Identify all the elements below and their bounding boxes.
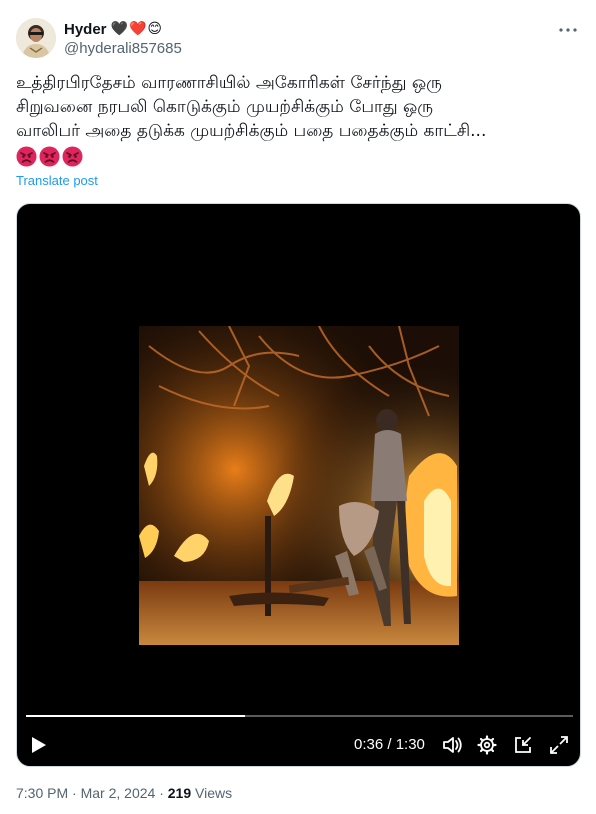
video-progress-fill bbox=[26, 715, 245, 717]
profile-photo-icon bbox=[16, 18, 56, 58]
name-emoji: 🖤❤️😊 bbox=[110, 21, 163, 37]
more-dots-icon bbox=[559, 28, 577, 32]
pop-out-button[interactable] bbox=[512, 731, 534, 759]
fullscreen-icon bbox=[550, 736, 568, 754]
angry-face-icon bbox=[16, 146, 37, 167]
volume-icon bbox=[443, 737, 462, 753]
emoji-row bbox=[16, 146, 83, 167]
video-thumbnail-image bbox=[139, 326, 459, 645]
video-player[interactable]: 0:36 / 1:30 bbox=[16, 203, 581, 767]
video-frame[interactable] bbox=[139, 326, 459, 645]
more-options-button[interactable] bbox=[556, 22, 580, 38]
pop-out-icon bbox=[515, 737, 531, 753]
user-handle[interactable]: @hyderali857685 bbox=[64, 40, 182, 57]
post-time[interactable]: 7:30 PM bbox=[16, 785, 68, 801]
settings-button[interactable] bbox=[476, 731, 498, 759]
fullscreen-button[interactable] bbox=[548, 731, 570, 759]
views-count: 219 bbox=[167, 785, 192, 801]
tweet-meta: 7:30 PM · Mar 2, 2024 · 219 Views bbox=[16, 785, 232, 801]
views-label: Views bbox=[195, 785, 233, 801]
video-progress-bar[interactable] bbox=[26, 715, 573, 717]
tweet-text: உத்திரபிரதேசம் வாரணாசியில் அகோரிகள் சேர்… bbox=[16, 73, 487, 141]
avatar[interactable] bbox=[16, 18, 56, 58]
display-name[interactable]: Hyder bbox=[64, 21, 107, 38]
video-time: 0:36 / 1:30 bbox=[354, 736, 425, 753]
gear-icon bbox=[477, 735, 497, 755]
meta-separator: · bbox=[72, 785, 77, 801]
angry-face-icon bbox=[62, 146, 83, 167]
post-date[interactable]: Mar 2, 2024 bbox=[81, 785, 156, 801]
author-name-row[interactable]: Hyder 🖤❤️😊 bbox=[64, 18, 163, 40]
play-icon bbox=[32, 737, 46, 753]
translate-post-link[interactable]: Translate post bbox=[16, 173, 98, 188]
angry-face-icon bbox=[39, 146, 60, 167]
volume-button[interactable] bbox=[441, 731, 463, 759]
video-controls: 0:36 / 1:30 bbox=[17, 731, 580, 759]
play-button[interactable] bbox=[27, 731, 51, 759]
meta-separator: · bbox=[159, 785, 164, 801]
tweet: Hyder 🖤❤️😊 @hyderali857685 உத்திரபிரதேசம… bbox=[0, 0, 596, 814]
